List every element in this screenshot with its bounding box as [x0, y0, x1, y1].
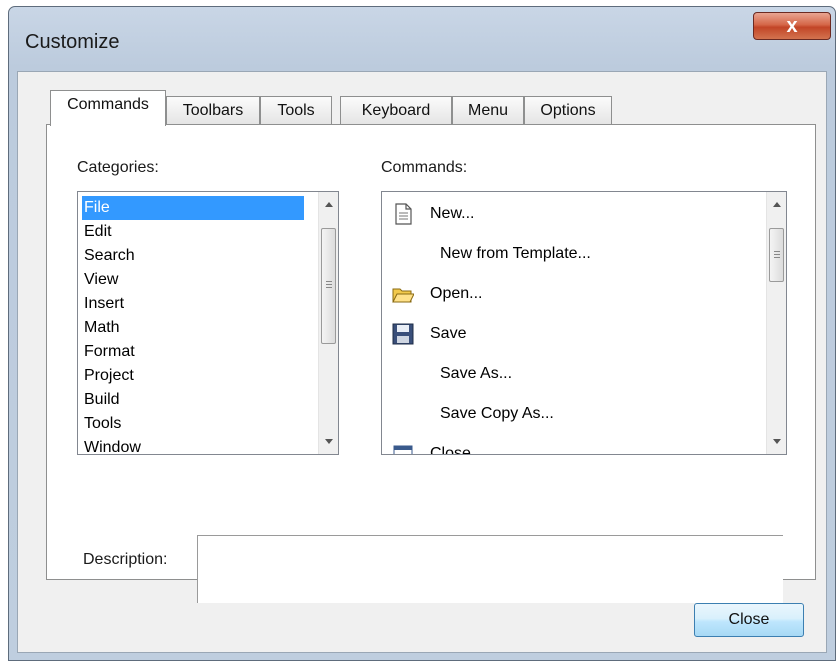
commands-listbox[interactable]: New... New from Template... Open... Save… — [381, 191, 787, 455]
command-label: Save — [430, 325, 467, 342]
tab-tools[interactable]: Tools — [260, 96, 332, 126]
customize-dialog: Customize x Commands Toolbars Tools Keyb… — [8, 6, 836, 661]
category-item-search[interactable]: Search — [82, 244, 135, 268]
title-bar[interactable]: Customize x — [9, 7, 835, 71]
dialog-body: Commands Toolbars Tools Keyboard Menu Op… — [17, 71, 827, 653]
scroll-up-arrow-icon[interactable] — [773, 202, 781, 207]
categories-scrollbar[interactable] — [318, 192, 338, 454]
category-item-edit[interactable]: Edit — [82, 220, 112, 244]
categories-scroll-thumb[interactable] — [321, 228, 336, 344]
open-folder-icon — [392, 288, 414, 303]
command-label: Close — [430, 445, 471, 455]
command-label: Open... — [430, 285, 483, 302]
tab-toolbars[interactable]: Toolbars — [166, 96, 260, 126]
command-label: New... — [430, 205, 475, 222]
command-label: Save Copy As... — [440, 405, 554, 422]
category-item-view[interactable]: View — [82, 268, 118, 292]
category-item-tools[interactable]: Tools — [82, 412, 121, 436]
commands-scroll-thumb[interactable] — [769, 228, 784, 282]
category-item-insert[interactable]: Insert — [82, 292, 124, 316]
tab-menu[interactable]: Menu — [452, 96, 524, 126]
tab-commands[interactable]: Commands — [50, 90, 166, 126]
categories-label: Categories: — [77, 159, 159, 176]
tab-keyboard[interactable]: Keyboard — [340, 96, 452, 126]
category-item-format[interactable]: Format — [82, 340, 135, 364]
category-item-math[interactable]: Math — [82, 316, 120, 340]
category-item-window[interactable]: Window — [82, 436, 141, 454]
close-button[interactable]: Close — [694, 603, 804, 637]
description-label: Description: — [83, 551, 168, 568]
categories-listbox[interactable]: File Edit Search View Insert Math Format… — [77, 191, 339, 455]
tab-options[interactable]: Options — [524, 96, 612, 126]
floppy-disk-icon — [392, 323, 414, 345]
scroll-down-arrow-icon[interactable] — [773, 439, 781, 444]
commands-tab-panel: Categories: File Edit Search View Insert… — [46, 124, 816, 603]
scroll-down-arrow-icon[interactable] — [325, 439, 333, 444]
close-document-icon — [393, 445, 413, 454]
description-field — [197, 535, 783, 603]
category-item-build[interactable]: Build — [82, 388, 120, 412]
dialog-title: Customize — [25, 31, 120, 53]
scroll-up-arrow-icon[interactable] — [325, 202, 333, 207]
command-label: New from Template... — [440, 245, 591, 262]
commands-label: Commands: — [381, 159, 468, 176]
commands-scrollbar[interactable] — [766, 192, 786, 454]
category-item-project[interactable]: Project — [82, 364, 134, 388]
new-document-icon — [395, 203, 412, 225]
command-label: Save As... — [440, 365, 513, 382]
window-close-button[interactable]: x — [753, 12, 831, 40]
category-item-file[interactable]: File — [82, 196, 304, 220]
